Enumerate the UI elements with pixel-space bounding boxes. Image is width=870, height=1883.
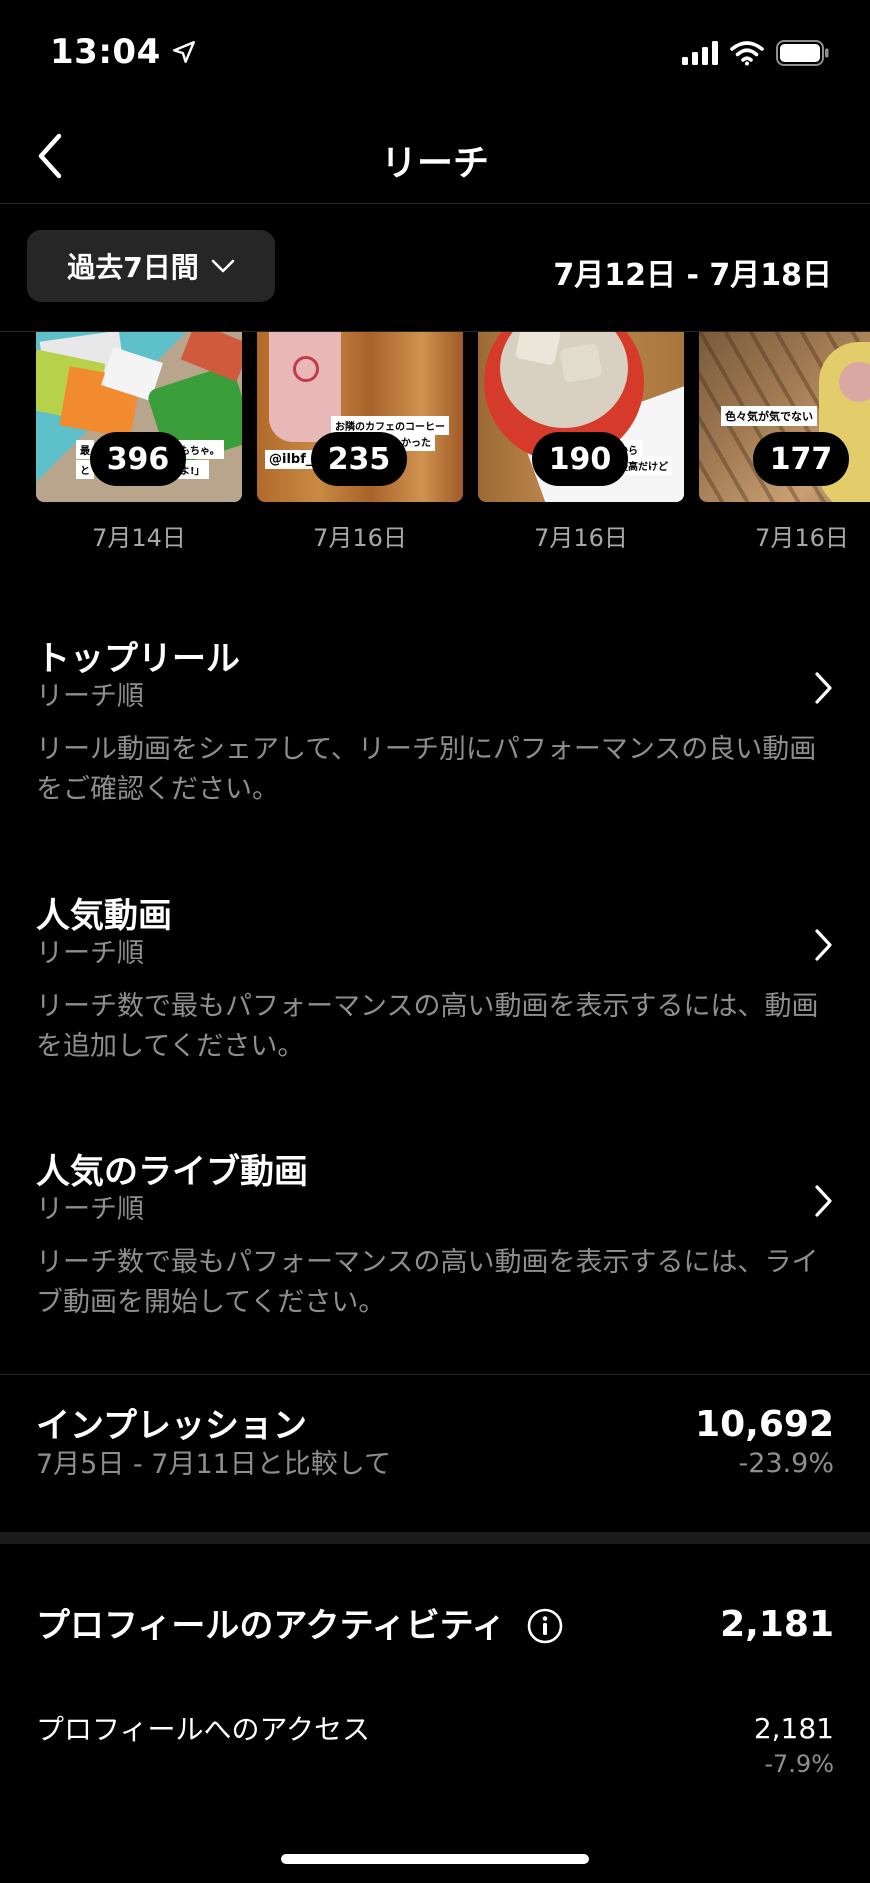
post-date: 7月16日 — [313, 524, 407, 552]
navigation-bar: リーチ — [0, 110, 870, 204]
post-image: から 最高だけど 190 — [478, 332, 684, 502]
section-description: リーチ数で最もパフォーマンスの高い動画を表示するには、ライブ動画を開始してくださ… — [36, 1247, 819, 1318]
post-thumbnail[interactable]: から 最高だけど 190 7月16日 — [478, 332, 684, 553]
status-time: 13:04 — [50, 32, 197, 72]
profile-visits-label: プロフィールへのアクセス — [36, 1713, 371, 1746]
chevron-right-icon — [815, 672, 832, 704]
impressions-change: -23.9% — [738, 1448, 834, 1479]
post-date: 7月14日 — [92, 524, 186, 552]
battery-icon — [776, 40, 829, 66]
chevron-down-icon — [211, 259, 235, 273]
page-title: リーチ — [380, 143, 489, 184]
reach-insights-screen: 13:04 リーチ 過去7日間 7月12日 - 7月18日 最 もちゃ。 と よ… — [0, 0, 870, 1883]
profile-visits-value: 2,181 — [753, 1712, 834, 1745]
home-indicator[interactable] — [281, 1854, 589, 1864]
impressions-metric: インプレッション 7月5日 - 7月11日と比較して 10,692 -23.9% — [36, 1404, 834, 1494]
profile-visits-change: -7.9% — [764, 1750, 834, 1778]
period-label: 過去7日間 — [67, 251, 199, 284]
section-description: リーチ数で最もパフォーマンスの高い動画を表示するには、動画を追加してください。 — [36, 991, 819, 1062]
cellular-signal-icon — [682, 41, 718, 65]
post-thumbnail[interactable]: 色々気が気でない 177 7月16日 — [699, 332, 870, 553]
post-thumbnail[interactable]: お隣のカフェのコーヒー 美味しかった @ilbf_ 235 7月16日 — [257, 332, 463, 553]
profile-activity-value: 2,181 — [720, 1604, 834, 1645]
section-divider — [0, 1532, 870, 1544]
reach-count-badge: 190 — [532, 432, 628, 486]
impressions-compare: 7月5日 - 7月11日と比較して — [36, 1449, 391, 1480]
post-thumbnail[interactable]: 最 もちゃ。 と よ!」 396 7月14日 — [36, 332, 242, 553]
sticker-text: @ilbf_ — [265, 450, 317, 469]
filter-row: 過去7日間 7月12日 - 7月18日 — [0, 204, 870, 332]
wifi-icon — [730, 41, 764, 66]
section-subtitle: リーチ順 — [36, 938, 144, 969]
divider — [0, 1374, 870, 1375]
section-description: リール動画をシェアして、リーチ別にパフォーマンスの良い動画をご確認ください。 — [36, 734, 817, 805]
section-title: 人気動画 — [36, 896, 172, 936]
reach-count-badge: 396 — [90, 432, 186, 486]
popular-videos-section[interactable]: 人気動画 リーチ順 リーチ数で最もパフォーマンスの高い動画を表示するには、動画を… — [36, 895, 836, 1067]
status-bar: 13:04 — [0, 0, 870, 110]
date-range: 7月12日 - 7月18日 — [553, 258, 832, 293]
location-arrow-icon — [172, 41, 195, 63]
popular-live-videos-section[interactable]: 人気のライブ動画 リーチ順 リーチ数で最もパフォーマンスの高い動画を表示するには… — [36, 1151, 836, 1323]
section-title: トップリール — [36, 639, 240, 679]
chevron-right-icon — [815, 1185, 832, 1217]
info-icon[interactable] — [526, 1607, 564, 1645]
period-dropdown[interactable]: 過去7日間 — [27, 230, 275, 302]
section-subtitle: リーチ順 — [36, 1194, 144, 1225]
reach-count-badge: 177 — [753, 432, 849, 486]
impressions-value: 10,692 — [695, 1404, 834, 1445]
status-time-text: 13:04 — [50, 32, 161, 72]
top-posts-carousel[interactable]: 最 もちゃ。 と よ!」 396 7月14日 お隣のカフェのコーヒー 美味しかっ… — [36, 332, 870, 562]
profile-activity-title: プロフィールのアクティビティ — [36, 1606, 506, 1646]
section-title: 人気のライブ動画 — [36, 1152, 308, 1192]
post-image: お隣のカフェのコーヒー 美味しかった @ilbf_ 235 — [257, 332, 463, 502]
section-subtitle: リーチ順 — [36, 681, 144, 712]
post-image: 色々気が気でない 177 — [699, 332, 870, 502]
sticker-text: 色々気が気でない — [721, 406, 817, 426]
profile-visits-row: プロフィールへのアクセス 2,181 -7.9% — [36, 1712, 834, 1782]
system-icons — [682, 40, 830, 66]
reach-count-badge: 235 — [311, 432, 407, 486]
post-image: 最 もちゃ。 と よ!」 396 — [36, 332, 242, 502]
post-date: 7月16日 — [755, 524, 849, 552]
profile-activity-metric: プロフィールのアクティビティ 2,181 — [36, 1604, 834, 1654]
profile-activity-header: プロフィールのアクティビティ — [36, 1604, 834, 1648]
top-reels-section[interactable]: トップリール リーチ順 リール動画をシェアして、リーチ別にパフォーマンスの良い動… — [36, 638, 836, 810]
post-date: 7月16日 — [534, 524, 628, 552]
chevron-right-icon — [815, 929, 832, 961]
